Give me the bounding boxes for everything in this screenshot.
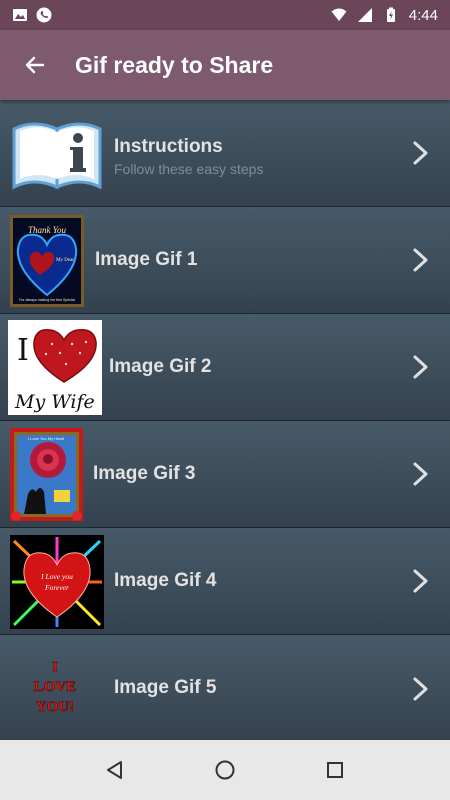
gif-caption: I Love You My Heart (28, 436, 65, 441)
gif-caption: I (17, 333, 29, 368)
signal-icon (357, 8, 372, 22)
nav-recents-button[interactable] (315, 750, 355, 790)
list-item-gif-5[interactable]: I LOVE YOU! Image Gif 5 (0, 635, 450, 742)
gif-caption: Forever (44, 583, 69, 592)
list-item-label: Instructions (114, 136, 223, 157)
chevron-right-icon (413, 355, 428, 379)
list-item-label: Image Gif 4 (114, 570, 217, 591)
list-item-label: Image Gif 2 (109, 356, 212, 377)
gif-caption: I Love you (40, 572, 73, 581)
i-love-you-text-gif: I LOVE YOU! (33, 660, 77, 716)
gif-list: Instructions Follow these easy steps Tha… (0, 100, 450, 742)
list-item-label: Image Gif 3 (93, 463, 196, 484)
list-item-label: Image Gif 1 (95, 249, 198, 270)
battery-charging-icon (386, 7, 395, 22)
chevron-right-icon (413, 248, 428, 272)
nav-back-button[interactable] (95, 750, 135, 790)
page-title: Gif ready to Share (75, 51, 274, 78)
heart-thank-you-gif: Thank You My Dear For always making me f… (10, 215, 84, 307)
image-icon (13, 9, 27, 21)
list-item-gif-1[interactable]: Thank You My Dear For always making me f… (0, 207, 450, 314)
arrow-left-icon (25, 56, 45, 74)
recents-square-icon (327, 762, 343, 778)
chevron-right-icon (413, 569, 428, 593)
red-heart-burst-gif: I Love you Forever (10, 535, 104, 629)
back-button[interactable] (0, 30, 70, 100)
status-time: 4:44 (408, 6, 438, 24)
system-nav-bar (0, 740, 450, 800)
list-item-subtitle: Follow these easy steps (114, 161, 264, 177)
wifi-icon (331, 8, 347, 21)
phone-icon (36, 7, 52, 23)
gif-caption: YOU! (36, 699, 74, 715)
app-bar: Gif ready to Share (0, 30, 450, 100)
back-triangle-icon (107, 761, 122, 779)
gif-caption: For always making me feel Special (19, 298, 75, 302)
chevron-right-icon (413, 462, 428, 486)
list-item-gif-3[interactable]: I Love You My Heart Image Gif 3 (0, 421, 450, 528)
i-love-my-wife-gif: I My Wife (8, 320, 102, 415)
gif-caption: My Wife (14, 391, 95, 413)
chevron-right-icon (413, 141, 428, 165)
list-item-gif-2[interactable]: I My Wife Image Gif 2 (0, 314, 450, 421)
home-circle-icon (215, 760, 235, 780)
book-info-icon (12, 122, 102, 190)
chevron-right-icon (413, 677, 428, 700)
gif-caption: LOVE (34, 679, 77, 695)
list-item-label: Image Gif 5 (114, 677, 217, 698)
rose-couple-gif: I Love You My Heart (10, 428, 83, 521)
gif-caption: I (52, 660, 57, 675)
gif-caption: My Dear (56, 258, 74, 263)
list-item-instructions[interactable]: Instructions Follow these easy steps (0, 100, 450, 207)
status-bar: 4:44 (0, 0, 450, 30)
list-item-gif-4[interactable]: I Love you Forever Image Gif 4 (0, 528, 450, 635)
nav-home-button[interactable] (205, 750, 245, 790)
gif-caption: Thank You (28, 225, 66, 235)
